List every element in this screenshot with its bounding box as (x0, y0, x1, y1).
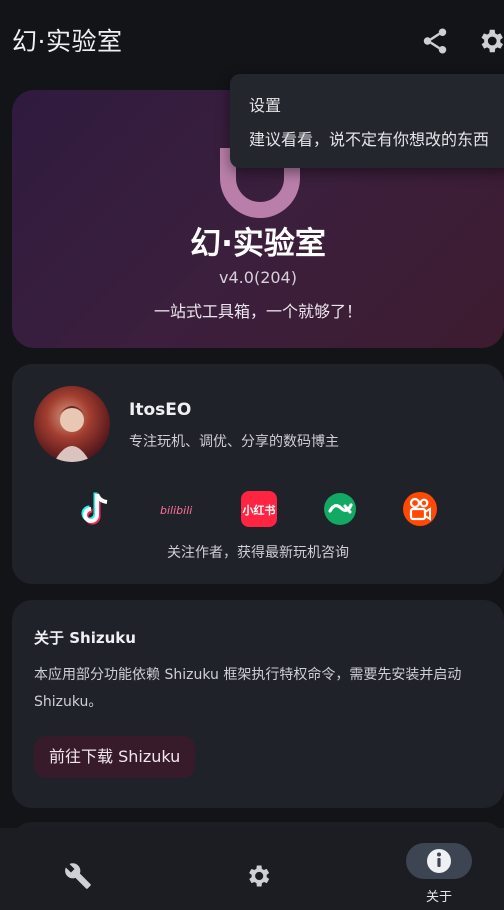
bilibili-icon[interactable]: bilibili (160, 491, 196, 527)
bilibili-label: bilibili (160, 504, 192, 517)
bottom-navigation: 关于 (0, 828, 504, 910)
top-app-bar: 幻·实验室 (0, 0, 504, 82)
author-avatar[interactable] (34, 386, 110, 462)
xiaohongshu-label: 小红书 (242, 503, 276, 517)
tooltip-title: 设置 (249, 96, 282, 115)
wrench-icon (64, 862, 92, 890)
nav-item-about[interactable]: 关于 (336, 828, 504, 910)
nav-item-settings[interactable] (168, 828, 336, 910)
settings-tooltip: 设置 建议看看，说不定有你想改的东西 (230, 74, 504, 168)
app-tagline: 一站式工具箱，一个就够了！ (153, 302, 362, 321)
kuaishou-icon[interactable] (402, 491, 438, 527)
author-name: ItosEO (129, 400, 192, 420)
xiaohongshu-icon[interactable]: 小红书 (241, 491, 277, 527)
download-shizuku-button[interactable]: 前往下载 Shizuku (34, 736, 196, 778)
shizuku-description: 本应用部分功能依赖 Shizuku 框架执行特权命令，需要先安装并启动 Shiz… (34, 667, 462, 710)
share-icon[interactable] (420, 26, 450, 56)
tooltip-body: 建议看看，说不定有你想改的东西 (249, 130, 490, 149)
app-version: v4.0(204) (219, 268, 297, 287)
shizuku-card: 关于 Shizuku 本应用部分功能依赖 Shizuku 框架执行特权命令，需要… (12, 600, 504, 808)
author-description: 专注玩机、调优、分享的数码博主 (129, 434, 339, 450)
gear-icon (244, 862, 272, 890)
hero-app-name: 幻·实验室 (190, 226, 326, 262)
shizuku-title: 关于 Shizuku (34, 629, 136, 647)
follow-text: 关注作者，获得最新玩机咨询 (167, 545, 349, 561)
settings-icon[interactable] (476, 26, 504, 56)
nav-label-about: 关于 (425, 890, 452, 905)
author-card: ItosEO 专注玩机、调优、分享的数码博主 bilibili 小红书 关注作者… (12, 364, 504, 584)
nav-item-tools[interactable] (0, 828, 168, 910)
douyin-icon[interactable] (78, 491, 114, 527)
app-title: 幻·实验室 (12, 27, 123, 56)
coolapk-icon[interactable] (322, 491, 358, 527)
nav-active-indicator (406, 843, 472, 879)
